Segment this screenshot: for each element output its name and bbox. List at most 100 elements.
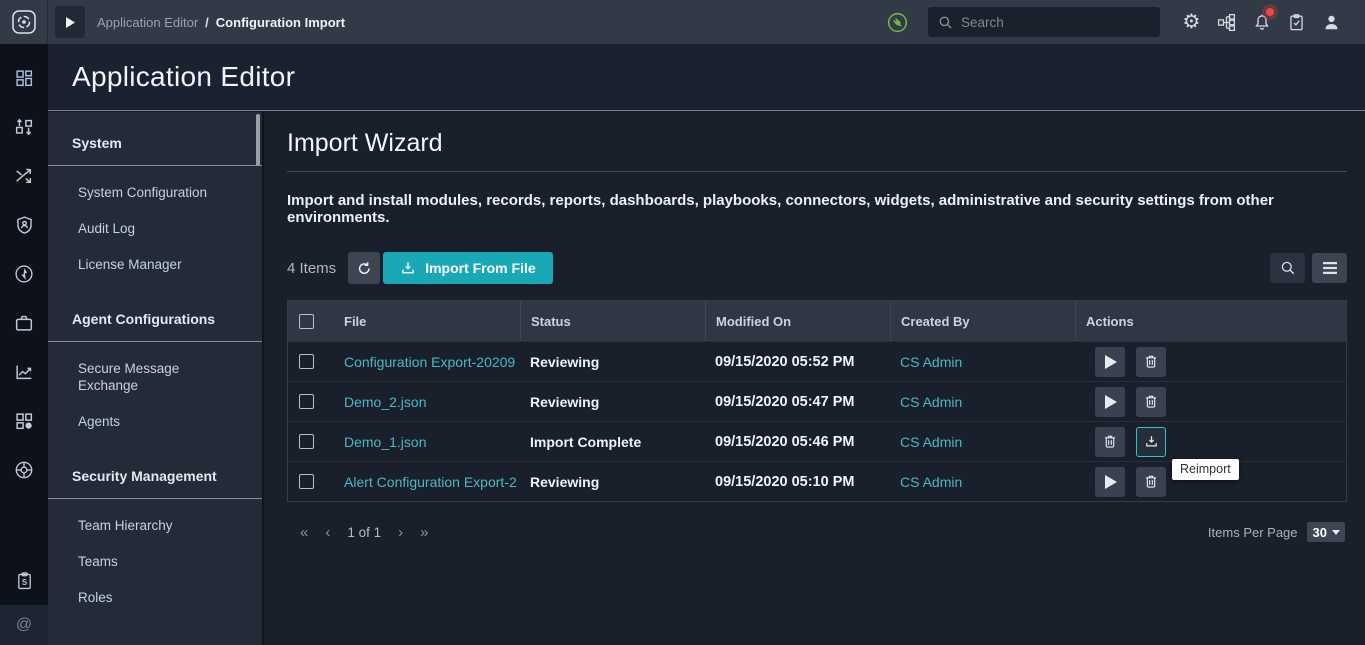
resume-import-button[interactable] — [1095, 387, 1125, 417]
table-header-row: File Status Modified On Created By Actio… — [288, 301, 1346, 341]
page-title: Application Editor — [72, 61, 295, 93]
created-by-link[interactable]: CS Admin — [900, 474, 962, 490]
mentions-at-icon[interactable]: @ — [0, 605, 48, 645]
import-table: File Status Modified On Created By Actio… — [287, 300, 1347, 502]
section-title: Import Wizard — [287, 129, 1347, 158]
select-all-checkbox[interactable] — [299, 314, 314, 329]
table-row: Configuration Export-20209 Reviewing 09/… — [288, 341, 1346, 381]
file-link[interactable]: Configuration Export-20209 — [344, 354, 515, 370]
trash-icon — [1102, 433, 1118, 450]
file-link[interactable]: Demo_1.json — [344, 434, 427, 450]
resume-import-button[interactable] — [1095, 347, 1125, 377]
user-profile-icon[interactable] — [1314, 7, 1349, 37]
delete-button[interactable] — [1136, 467, 1166, 497]
play-icon — [1104, 355, 1117, 369]
sidebar-item-system-configuration[interactable]: System Configuration — [48, 174, 262, 210]
briefcase-icon[interactable] — [0, 298, 48, 347]
wheel-icon[interactable] — [0, 445, 48, 494]
tasks-clipboard-icon[interactable] — [1279, 7, 1314, 37]
import-icon — [400, 260, 416, 276]
sitemap-icon[interactable] — [1209, 7, 1244, 37]
global-search[interactable] — [928, 7, 1160, 37]
sidebar-item-secure-message-exchange[interactable]: Secure Message Exchange — [48, 350, 218, 403]
divider — [287, 171, 1347, 172]
notification-badge-dot — [1266, 8, 1274, 16]
shuffle-icon[interactable] — [0, 151, 48, 200]
sidebar-item-team-hierarchy[interactable]: Team Hierarchy — [48, 507, 262, 543]
items-per-page-select[interactable]: 30 — [1307, 522, 1345, 542]
row-checkbox[interactable] — [299, 354, 314, 369]
sidebar-list: Secure Message Exchange Agents — [48, 342, 262, 445]
modified-on-value: 09/15/2020 05:46 PM — [715, 434, 854, 450]
created-by-link[interactable]: CS Admin — [900, 354, 962, 370]
delete-button[interactable] — [1095, 427, 1125, 457]
modified-on-value: 09/15/2020 05:10 PM — [715, 474, 854, 490]
sidebar-item-license-manager[interactable]: License Manager — [48, 246, 262, 282]
next-page-button[interactable]: › — [398, 525, 403, 540]
prev-page-button[interactable]: ‹ — [325, 525, 330, 540]
status-value: Reviewing — [530, 474, 599, 490]
security-shield-icon[interactable] — [0, 200, 48, 249]
modules-icon[interactable] — [0, 396, 48, 445]
dashboards-icon[interactable] — [0, 53, 48, 102]
reports-chart-icon[interactable] — [0, 347, 48, 396]
created-by-link[interactable]: CS Admin — [900, 434, 962, 450]
items-per-page-label: Items Per Page — [1208, 525, 1298, 540]
reimport-button[interactable] — [1136, 427, 1166, 457]
sidebar-scrollbar[interactable] — [256, 114, 260, 166]
breadcrumb-separator: / — [205, 15, 209, 30]
modified-on-value: 09/15/2020 05:52 PM — [715, 354, 854, 370]
automation-bolt-icon[interactable] — [0, 249, 48, 298]
page-indicator: 1 of 1 — [347, 525, 381, 540]
search-input[interactable] — [961, 15, 1150, 30]
sidebar-toggle-button[interactable] — [55, 6, 85, 38]
sidebar-list: System Configuration Audit Log License M… — [48, 166, 262, 288]
import-export-icon[interactable] — [0, 102, 48, 151]
table-search-button[interactable] — [1270, 253, 1305, 283]
notifications-bell-icon[interactable] — [1244, 7, 1279, 37]
column-header-status[interactable]: Status — [520, 301, 705, 341]
trash-icon — [1143, 473, 1159, 490]
column-header-created-by[interactable]: Created By — [890, 301, 1075, 341]
modified-on-value: 09/15/2020 05:47 PM — [715, 394, 854, 410]
last-page-button[interactable]: » — [420, 525, 428, 540]
column-header-file[interactable]: File — [334, 301, 520, 341]
table-toolbar: 4 Items Import From File — [287, 252, 1347, 284]
reimport-icon — [1144, 434, 1159, 449]
items-count: 4 Items — [287, 260, 336, 277]
trash-icon — [1143, 393, 1159, 410]
table-row: Demo_2.json Reviewing 09/15/2020 05:47 P… — [288, 381, 1346, 421]
sidebar-item-agents[interactable]: Agents — [48, 403, 262, 439]
row-checkbox[interactable] — [299, 474, 314, 489]
row-checkbox[interactable] — [299, 434, 314, 449]
clipboard-s-letter: S — [21, 577, 26, 586]
topbar: Application Editor / Configuration Impor… — [0, 0, 1365, 44]
clipboard-s-icon[interactable]: S — [0, 556, 48, 605]
breadcrumb: Application Editor / Configuration Impor… — [97, 15, 345, 30]
connector-health-icon[interactable] — [886, 10, 910, 34]
pagination: « ‹ 1 of 1 › » Items Per Page 30 — [287, 518, 1347, 546]
status-value: Reviewing — [530, 354, 599, 370]
sidebar-item-audit-log[interactable]: Audit Log — [48, 210, 262, 246]
file-link[interactable]: Alert Configuration Export-2 — [344, 474, 517, 490]
section-description: Import and install modules, records, rep… — [287, 192, 1347, 226]
import-from-file-button[interactable]: Import From File — [383, 252, 552, 284]
created-by-link[interactable]: CS Admin — [900, 394, 962, 410]
refresh-button[interactable] — [348, 252, 380, 284]
file-link[interactable]: Demo_2.json — [344, 394, 427, 410]
delete-button[interactable] — [1136, 347, 1166, 377]
column-header-modified-on[interactable]: Modified On — [705, 301, 890, 341]
breadcrumb-parent[interactable]: Application Editor — [97, 15, 198, 30]
sidebar-section-agent-configurations: Agent Configurations — [48, 288, 262, 341]
list-view-button[interactable] — [1312, 253, 1347, 283]
sidebar-item-teams[interactable]: Teams — [48, 543, 262, 579]
settings-gear-icon[interactable]: ⚙ — [1174, 7, 1209, 37]
resume-import-button[interactable] — [1095, 467, 1125, 497]
sidebar-item-roles[interactable]: Roles — [48, 579, 262, 615]
first-page-button[interactable]: « — [300, 525, 308, 540]
delete-button[interactable] — [1136, 387, 1166, 417]
application-window: Application Editor / Configuration Impor… — [0, 0, 1365, 645]
reimport-tooltip: Reimport — [1172, 459, 1239, 480]
app-logo-icon[interactable] — [0, 0, 48, 44]
row-checkbox[interactable] — [299, 394, 314, 409]
